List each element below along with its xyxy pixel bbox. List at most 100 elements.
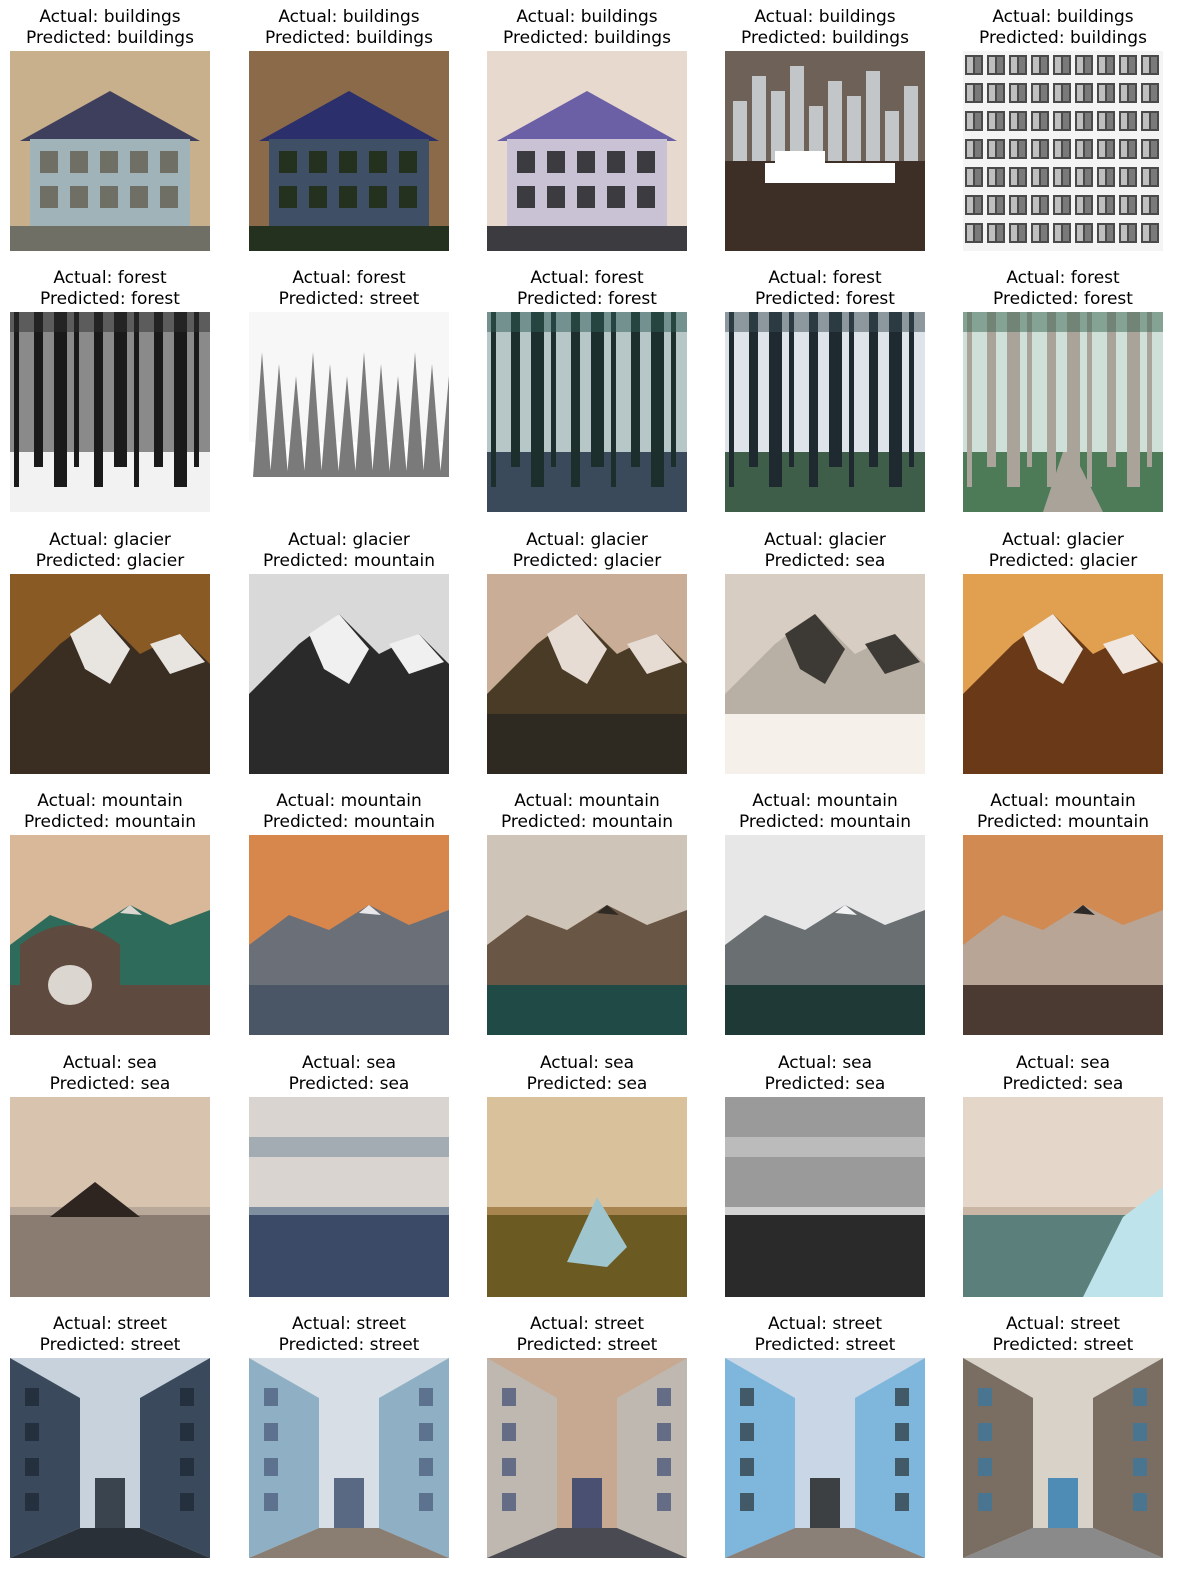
- grid-cell: Actual: glacier Predicted: mountain: [249, 530, 449, 782]
- actual-label: forest: [1070, 268, 1120, 288]
- grid-cell: Actual: forest Predicted: forest: [963, 268, 1163, 520]
- grid-cell: Actual: street Predicted: street: [725, 1314, 925, 1566]
- grid-cell: Actual: sea Predicted: sea: [963, 1053, 1163, 1305]
- scene-image: [10, 574, 210, 774]
- grid-cell: Actual: glacier Predicted: glacier: [963, 530, 1163, 782]
- actual-prefix: Actual:: [37, 791, 102, 811]
- predicted-label: glacier: [603, 551, 662, 571]
- actual-label: glacier: [352, 530, 410, 550]
- actual-label: street: [1070, 1314, 1121, 1334]
- predicted-prefix: Predicted:: [40, 289, 131, 309]
- grid-cell: Actual: mountain Predicted: mountain: [725, 791, 925, 1043]
- predicted-label: street: [607, 1335, 658, 1355]
- predicted-prefix: Predicted:: [526, 1074, 618, 1094]
- predicted-prefix: Predicted:: [976, 812, 1068, 832]
- predicted-prefix: Predicted:: [988, 551, 1080, 571]
- scene-image: [963, 1358, 1163, 1558]
- predicted-label: mountain: [829, 812, 912, 832]
- predicted-line: Predicted: buildings: [923, 28, 1182, 49]
- predicted-label: street: [845, 1335, 896, 1355]
- predicted-prefix: Predicted:: [764, 1074, 856, 1094]
- predicted-prefix: Predicted:: [764, 551, 856, 571]
- predicted-label: street: [369, 1335, 420, 1355]
- actual-prefix: Actual:: [288, 530, 353, 550]
- actual-label: sea: [604, 1053, 635, 1073]
- scene-image: [963, 574, 1163, 774]
- actual-label: buildings: [1056, 7, 1134, 27]
- predicted-prefix: Predicted:: [512, 551, 604, 571]
- scene-image: [963, 1097, 1163, 1297]
- actual-line: Actual: mountain: [923, 791, 1182, 812]
- actual-prefix: Actual:: [777, 1053, 843, 1073]
- predicted-label: mountain: [114, 812, 197, 832]
- scene-image: [963, 312, 1163, 512]
- grid-cell: Actual: mountain Predicted: mountain: [487, 791, 687, 1043]
- actual-label: sea: [842, 1053, 873, 1073]
- actual-prefix: Actual:: [62, 1053, 128, 1073]
- actual-label: street: [356, 1314, 407, 1334]
- predicted-label: buildings: [116, 28, 194, 48]
- scene-image: [725, 51, 925, 251]
- predicted-label: buildings: [593, 28, 671, 48]
- grid-cell: Actual: glacier Predicted: sea: [725, 530, 925, 782]
- predicted-line: Predicted: street: [923, 1335, 1182, 1356]
- grid-cell: Actual: forest Predicted: forest: [725, 268, 925, 520]
- actual-prefix: Actual:: [292, 268, 357, 288]
- actual-label: glacier: [113, 530, 171, 550]
- predicted-prefix: Predicted:: [39, 1335, 131, 1355]
- predicted-line: Predicted: glacier: [923, 551, 1182, 572]
- grid-cell: Actual: forest Predicted: forest: [487, 268, 687, 520]
- predicted-prefix: Predicted:: [49, 1074, 141, 1094]
- actual-prefix: Actual:: [516, 7, 581, 27]
- actual-label: buildings: [103, 7, 181, 27]
- predicted-label: mountain: [353, 812, 436, 832]
- predicted-label: street: [369, 289, 420, 309]
- actual-prefix: Actual:: [990, 791, 1055, 811]
- grid-cell: Actual: buildings Predicted: buildings: [249, 7, 449, 259]
- scene-image: [487, 1097, 687, 1297]
- predicted-prefix: Predicted:: [993, 289, 1084, 309]
- actual-line: Actual: glacier: [923, 530, 1182, 551]
- grid-cell: Actual: street Predicted: street: [10, 1314, 210, 1566]
- actual-line: Actual: sea: [923, 1053, 1182, 1074]
- actual-prefix: Actual:: [39, 7, 104, 27]
- cell-caption: Actual: sea Predicted: sea: [923, 1053, 1182, 1095]
- predicted-prefix: Predicted:: [1002, 1074, 1094, 1094]
- actual-label: buildings: [580, 7, 658, 27]
- predicted-prefix: Predicted:: [516, 1335, 608, 1355]
- predicted-label: glacier: [1079, 551, 1138, 571]
- predicted-prefix: Predicted:: [265, 28, 356, 48]
- actual-prefix: Actual:: [276, 791, 341, 811]
- actual-label: mountain: [578, 791, 660, 811]
- predicted-label: buildings: [355, 28, 433, 48]
- scene-image: [487, 51, 687, 251]
- predicted-label: sea: [140, 1074, 171, 1094]
- scene-image: [10, 1358, 210, 1558]
- scene-image: [249, 574, 449, 774]
- predicted-prefix: Predicted:: [738, 812, 830, 832]
- actual-label: mountain: [340, 791, 422, 811]
- scene-image: [725, 312, 925, 512]
- predicted-prefix: Predicted:: [35, 551, 127, 571]
- predicted-prefix: Predicted:: [500, 812, 592, 832]
- scene-image: [10, 1097, 210, 1297]
- grid-cell: Actual: buildings Predicted: buildings: [725, 7, 925, 259]
- actual-label: buildings: [818, 7, 896, 27]
- predicted-label: buildings: [1069, 28, 1147, 48]
- scene-image: [725, 1358, 925, 1558]
- cell-caption: Actual: glacier Predicted: glacier: [923, 530, 1182, 572]
- predicted-label: glacier: [126, 551, 185, 571]
- predicted-prefix: Predicted:: [979, 28, 1070, 48]
- predicted-prefix: Predicted:: [262, 551, 354, 571]
- actual-label: mountain: [101, 791, 183, 811]
- predicted-prefix: Predicted:: [278, 1335, 370, 1355]
- actual-prefix: Actual:: [52, 1314, 118, 1334]
- actual-prefix: Actual:: [529, 1314, 595, 1334]
- cell-caption: Actual: forest Predicted: forest: [923, 268, 1182, 310]
- actual-prefix: Actual:: [1005, 1314, 1071, 1334]
- actual-prefix: Actual:: [539, 1053, 605, 1073]
- scene-image: [10, 835, 210, 1035]
- scene-image: [249, 1097, 449, 1297]
- predicted-line: Predicted: sea: [923, 1074, 1182, 1095]
- actual-label: glacier: [590, 530, 648, 550]
